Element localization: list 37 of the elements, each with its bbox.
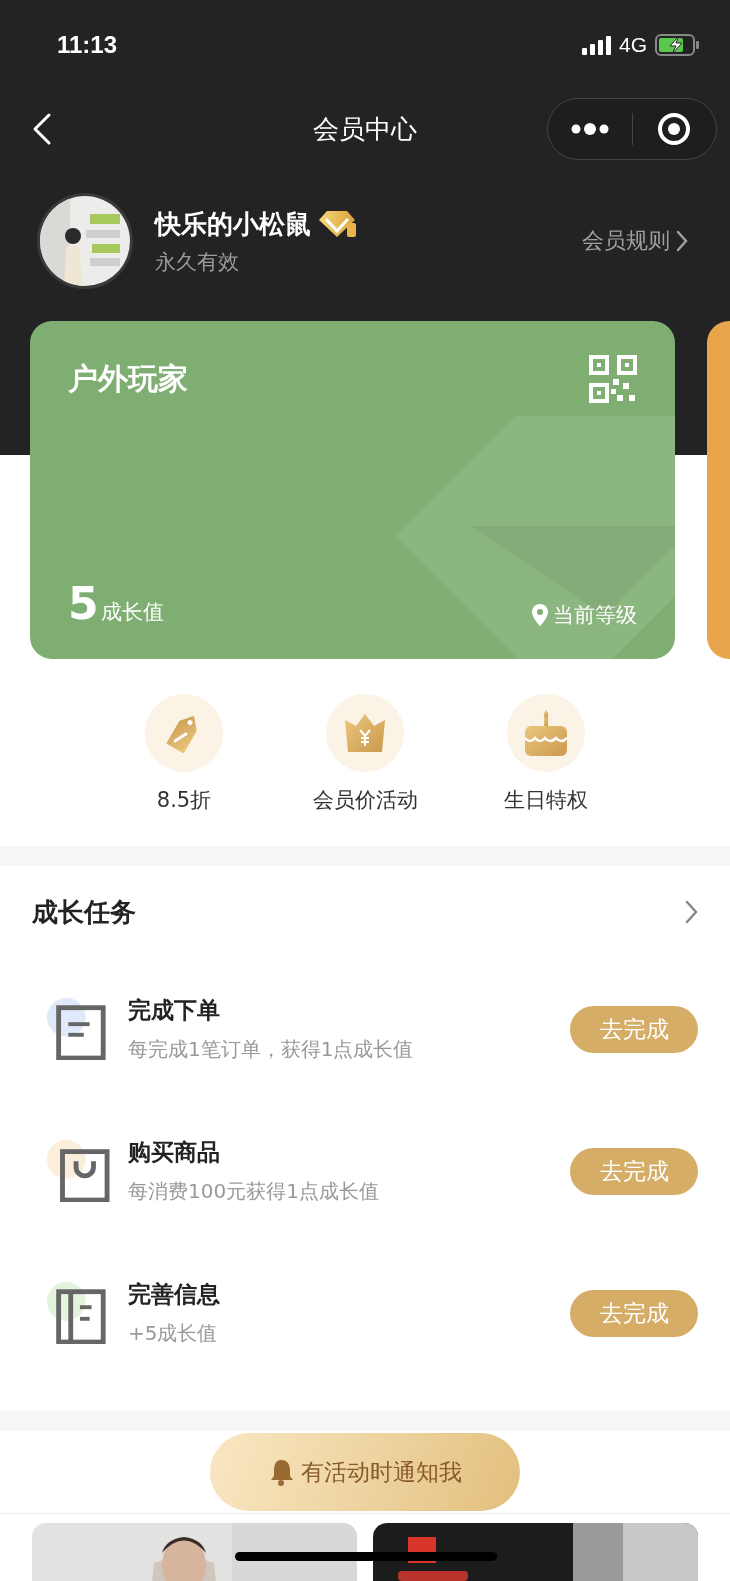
complete-button[interactable]: 去完成 bbox=[570, 1147, 698, 1195]
benefit-label: 会员价活动 bbox=[312, 787, 418, 814]
growth-value: 5 bbox=[68, 578, 99, 629]
bell-icon bbox=[268, 1458, 293, 1486]
task-title: 完成下单 bbox=[128, 996, 221, 1025]
benefit-label: 生日特权 bbox=[504, 787, 588, 814]
complete-button[interactable]: 去完成 bbox=[570, 1289, 698, 1337]
more-icon[interactable] bbox=[570, 123, 609, 135]
validity-text: 永久有效 bbox=[155, 248, 240, 276]
current-level-label: 当前等级 bbox=[553, 602, 637, 629]
level-badge-icon bbox=[319, 209, 357, 239]
level-name: 户外玩家 bbox=[68, 360, 188, 398]
task-title: 购买商品 bbox=[128, 1138, 221, 1167]
user-name: 快乐的小松鼠 bbox=[155, 207, 311, 241]
task-description: 每完成1笔订单，获得1点成长值 bbox=[128, 1036, 414, 1063]
cake-icon bbox=[523, 710, 569, 756]
task-title: 完善信息 bbox=[128, 1280, 220, 1309]
task-description: 每消费100元获得1点成长值 bbox=[128, 1178, 379, 1205]
section-title: 成长任务 bbox=[32, 895, 136, 929]
complete-button[interactable]: 去完成 bbox=[570, 1005, 698, 1053]
member-rules-link[interactable]: 会员规则 bbox=[582, 226, 688, 256]
chevron-right-icon bbox=[676, 230, 688, 252]
signal-icon bbox=[582, 35, 611, 55]
battery-charging-icon bbox=[655, 34, 700, 56]
close-icon[interactable] bbox=[657, 112, 692, 146]
notify-button[interactable]: 有活动时通知我 bbox=[210, 1433, 520, 1511]
crown-icon bbox=[343, 712, 387, 754]
growth-label: 成长值 bbox=[100, 599, 164, 626]
chevron-right-icon[interactable] bbox=[685, 900, 698, 924]
page-title: 会员中心 bbox=[312, 112, 418, 146]
status-time: 11:13 bbox=[57, 31, 118, 59]
member-card[interactable]: 户外玩家 5 成长值 当前等级 bbox=[30, 321, 675, 659]
network-label: 4G bbox=[619, 33, 647, 57]
task-description: +5成长值 bbox=[128, 1320, 219, 1347]
benefit-label: 8.5折 bbox=[156, 787, 212, 814]
location-pin-icon bbox=[532, 604, 548, 626]
qr-code-icon[interactable] bbox=[589, 355, 637, 403]
